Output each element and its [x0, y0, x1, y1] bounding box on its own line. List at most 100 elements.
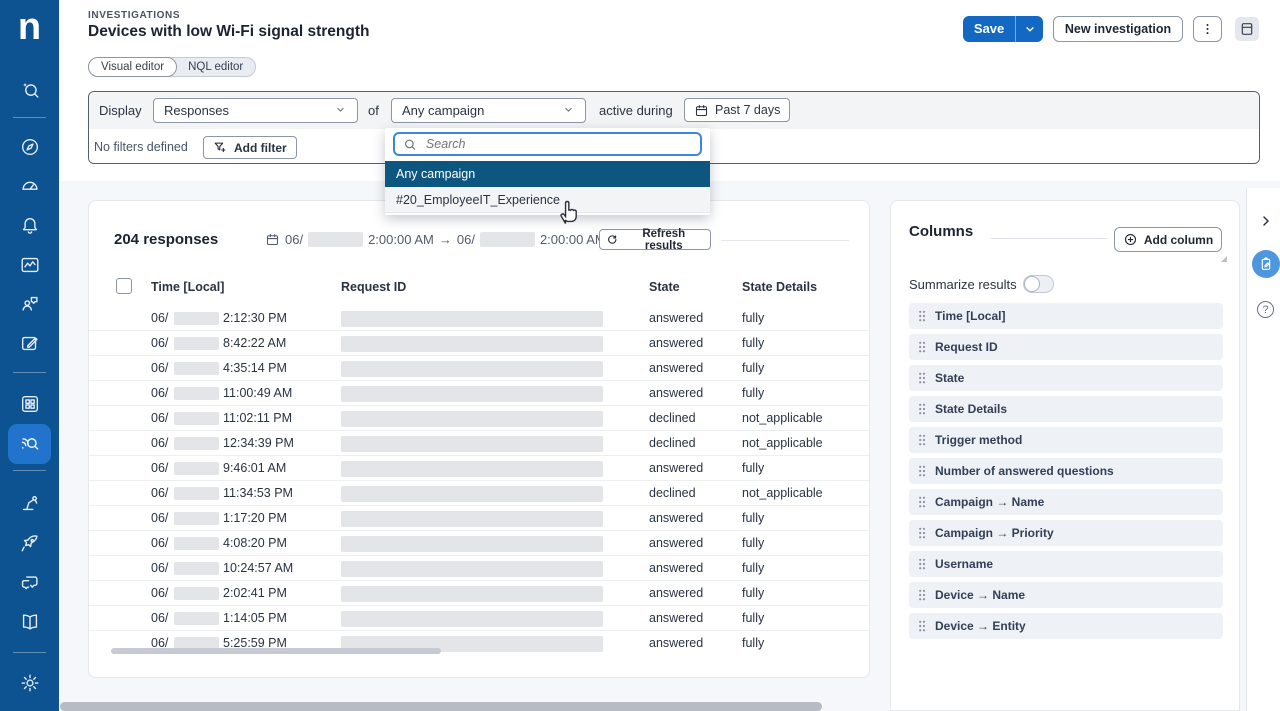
tab-visual-editor[interactable]: Visual editor — [88, 57, 177, 77]
notes-button[interactable] — [1252, 250, 1280, 278]
resize-grip[interactable] — [1221, 256, 1227, 262]
drag-handle-icon[interactable] — [918, 309, 926, 323]
column-list-item[interactable]: Campaign → Priority — [909, 520, 1223, 546]
drag-handle-icon[interactable] — [918, 557, 926, 571]
table-row[interactable]: 06/ 9:46:01 AM answered fully — [89, 456, 869, 481]
column-list-item[interactable]: Trigger method — [909, 427, 1223, 453]
search-sparkle-icon[interactable] — [0, 79, 59, 103]
table-row[interactable]: 06/ 11:34:53 PM declined not_applicable — [89, 481, 869, 506]
column-list-item[interactable]: State — [909, 365, 1223, 391]
header-divider — [721, 240, 849, 241]
drag-handle-icon[interactable] — [918, 371, 926, 385]
column-item-label: Trigger method — [935, 433, 1022, 447]
rocket-icon[interactable] — [0, 531, 59, 555]
tab-nql-editor[interactable]: NQL editor — [176, 58, 255, 76]
row-state-details: fully — [742, 531, 764, 556]
drag-handle-icon[interactable] — [918, 526, 926, 540]
table-row[interactable]: 06/ 11:02:11 PM declined not_applicable — [89, 406, 869, 431]
table-horizontal-scrollbar[interactable] — [111, 648, 441, 654]
drag-handle-icon[interactable] — [918, 433, 926, 447]
search-input[interactable] — [424, 136, 692, 152]
refresh-results-label: Refresh results — [624, 228, 705, 252]
dropdown-option[interactable]: #20_EmployeeIT_Experience — [385, 187, 710, 213]
automation-arm-icon[interactable] — [0, 491, 59, 515]
column-list-item[interactable]: Request ID — [909, 334, 1223, 360]
add-filter-button[interactable]: Add filter — [203, 136, 297, 159]
chevron-down-icon — [1023, 22, 1037, 36]
display-select[interactable]: Responses — [153, 98, 358, 123]
table-row[interactable]: 06/ 2:02:41 PM answered fully — [89, 581, 869, 606]
gauge-icon[interactable] — [0, 174, 59, 198]
library-book-icon[interactable] — [0, 610, 59, 634]
engage-people-icon[interactable] — [0, 292, 59, 316]
column-list-item[interactable]: Device → Entity — [909, 613, 1223, 639]
chart-frame-icon[interactable] — [0, 253, 59, 277]
summarize-toggle[interactable] — [1023, 275, 1054, 293]
row-state: answered — [649, 456, 703, 481]
drag-handle-icon[interactable] — [918, 495, 926, 509]
campaign-select[interactable]: Any campaign — [391, 98, 586, 123]
row-state-details: fully — [742, 456, 764, 481]
column-list-item[interactable]: Campaign → Name — [909, 489, 1223, 515]
drag-handle-icon[interactable] — [918, 464, 926, 478]
dropdown-option[interactable]: Any campaign — [385, 161, 710, 187]
table-row[interactable]: 06/ 2:12:30 PM answered fully — [89, 306, 869, 331]
arrow-right-icon: → — [439, 232, 452, 247]
table-row[interactable]: 06/ 4:35:14 PM answered fully — [89, 356, 869, 381]
table-row[interactable]: 06/ 10:24:57 AM answered fully — [89, 556, 869, 581]
column-header-time[interactable]: Time [Local] — [151, 273, 224, 301]
table-row[interactable]: 06/ 11:00:49 AM answered fully — [89, 381, 869, 406]
row-time: 1:14:05 PM — [223, 606, 287, 631]
drag-handle-icon[interactable] — [918, 340, 926, 354]
dropdown-search[interactable] — [393, 132, 702, 156]
compass-icon[interactable] — [0, 135, 59, 159]
campaign-select-value: Any campaign — [402, 103, 484, 118]
feedback-chat-icon[interactable] — [0, 571, 59, 595]
drag-handle-icon[interactable] — [918, 402, 926, 416]
bell-icon[interactable] — [0, 214, 59, 238]
column-item-label: Request ID — [935, 340, 998, 354]
collapse-panel-button[interactable] — [1258, 213, 1274, 229]
new-investigation-button[interactable]: New investigation — [1053, 16, 1183, 42]
page-horizontal-scrollbar[interactable] — [60, 702, 822, 711]
table-row[interactable]: 06/ 12:34:39 PM declined not_applicable — [89, 431, 869, 456]
row-state: answered — [649, 506, 703, 531]
row-state-details: fully — [742, 381, 764, 406]
save-options-caret[interactable] — [1015, 16, 1043, 42]
remote-action-note-icon[interactable] — [0, 331, 59, 355]
sidebar-divider — [13, 117, 46, 118]
column-header-request[interactable]: Request ID — [341, 273, 406, 301]
help-button[interactable]: ? — [1257, 301, 1274, 318]
row-time: 4:35:14 PM — [223, 356, 287, 381]
column-list-item[interactable]: Number of answered questions — [909, 458, 1223, 484]
drag-handle-icon[interactable] — [918, 588, 926, 602]
column-list-item[interactable]: Username — [909, 551, 1223, 577]
nexthink-logo[interactable]: n — [0, 4, 59, 52]
apps-grid-icon[interactable] — [0, 392, 59, 416]
sidebar-divider — [13, 652, 46, 653]
column-header-state[interactable]: State — [649, 273, 680, 301]
row-state-details: fully — [742, 356, 764, 381]
table-row[interactable]: 06/ 4:08:20 PM answered fully — [89, 531, 869, 556]
more-actions-button[interactable] — [1193, 16, 1222, 42]
layout-panel-button[interactable] — [1235, 17, 1259, 41]
table-row[interactable]: 06/ 1:17:20 PM answered fully — [89, 506, 869, 531]
column-list-item[interactable]: Device → Name — [909, 582, 1223, 608]
add-column-button[interactable]: Add column — [1114, 227, 1222, 252]
table-row[interactable]: 06/ 1:14:05 PM answered fully — [89, 606, 869, 631]
redacted-request-id — [341, 386, 603, 402]
refresh-results-button[interactable]: Refresh results — [599, 229, 711, 250]
drag-handle-icon[interactable] — [918, 619, 926, 633]
save-button[interactable]: Save — [963, 16, 1015, 42]
column-list-item[interactable]: State Details — [909, 396, 1223, 422]
sidebar-item-device-investigation[interactable] — [8, 424, 51, 464]
settings-gear-icon[interactable] — [0, 671, 59, 695]
page-title: Devices with low Wi-Fi signal strength — [88, 23, 369, 41]
row-date-prefix: 06/ — [151, 406, 168, 431]
column-header-state-details[interactable]: State Details — [742, 273, 817, 301]
column-list-item[interactable]: Time [Local] — [909, 303, 1223, 329]
time-range-button[interactable]: Past 7 days — [684, 98, 790, 122]
row-state-details: fully — [742, 581, 764, 606]
chevron-down-icon — [562, 103, 575, 119]
table-row[interactable]: 06/ 8:42:22 AM answered fully — [89, 331, 869, 356]
